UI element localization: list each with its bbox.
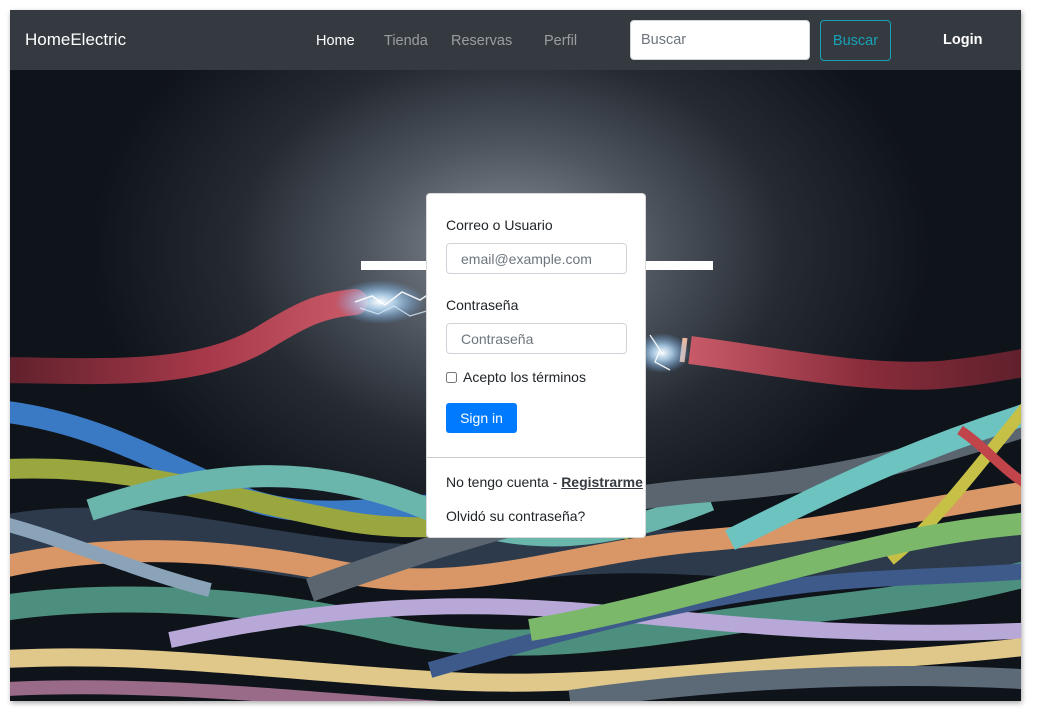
password-field[interactable] bbox=[446, 323, 627, 354]
nav-link-tienda[interactable]: Tienda bbox=[384, 31, 428, 51]
browser-viewport: HomeElectric Home Tienda Reservas Perfil… bbox=[10, 10, 1021, 701]
hero-section: Correo o Usuario Contraseña Acepto los t… bbox=[10, 70, 1021, 701]
terms-label[interactable]: Acepto los términos bbox=[463, 368, 586, 386]
sign-in-button[interactable]: Sign in bbox=[446, 403, 517, 433]
brand-logo[interactable]: HomeElectric bbox=[25, 29, 126, 51]
search-input[interactable] bbox=[630, 20, 810, 60]
navbar: HomeElectric Home Tienda Reservas Perfil… bbox=[10, 10, 1021, 70]
search-button[interactable]: Buscar bbox=[820, 20, 891, 61]
nav-link-reservas[interactable]: Reservas bbox=[451, 31, 512, 51]
terms-checkbox[interactable] bbox=[446, 372, 457, 383]
forgot-password-link[interactable]: Olvidó su contraseña? bbox=[446, 507, 585, 525]
register-row: No tengo cuenta - Registrarme bbox=[446, 473, 643, 491]
login-link[interactable]: Login bbox=[943, 30, 982, 50]
card-divider bbox=[427, 457, 645, 458]
nav-link-home[interactable]: Home bbox=[316, 31, 355, 51]
register-link[interactable]: Registrarme bbox=[561, 474, 643, 490]
password-label: Contraseña bbox=[446, 297, 519, 313]
user-label: Correo o Usuario bbox=[446, 217, 553, 233]
login-card: Correo o Usuario Contraseña Acepto los t… bbox=[426, 193, 646, 538]
nav-link-perfil[interactable]: Perfil bbox=[544, 31, 577, 51]
no-account-text: No tengo cuenta - bbox=[446, 474, 562, 490]
email-field[interactable] bbox=[446, 243, 627, 274]
